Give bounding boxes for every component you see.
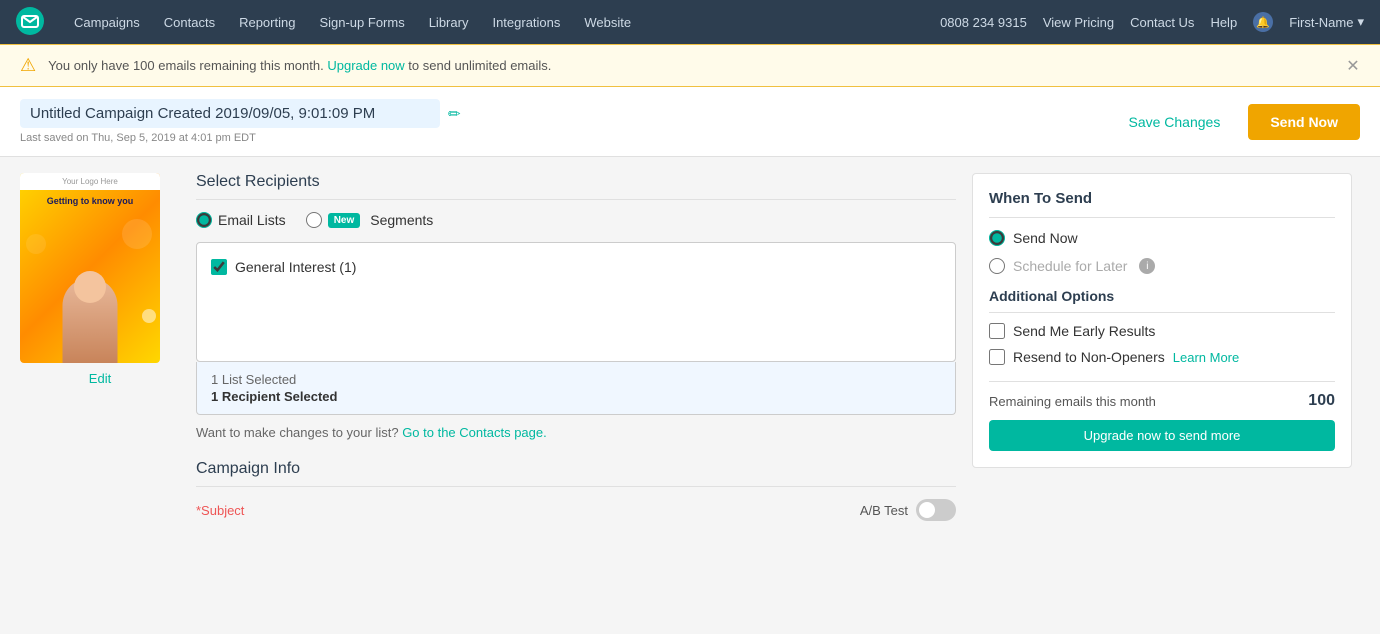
header-left: ✏ Last saved on Thu, Sep 5, 2019 at 4:01… (20, 99, 461, 144)
edit-pencil-icon[interactable]: ✏ (448, 105, 461, 123)
alert-banner: ⚠ You only have 100 emails remaining thi… (0, 44, 1380, 87)
right-panel: When To Send Send Now Schedule for Later… (972, 173, 1352, 529)
preview-decorations (20, 214, 160, 363)
contacts-link-text: Want to make changes to your list? Go to… (196, 425, 956, 440)
alert-text: You only have 100 emails remaining this … (48, 58, 1360, 73)
header-right: Save Changes Send Now (1112, 104, 1360, 140)
preview-banner-text: Getting to know you (20, 190, 160, 214)
campaign-title-input[interactable] (20, 99, 440, 128)
campaign-title-row: ✏ (20, 99, 461, 128)
list-selected-count: 1 List Selected (211, 372, 941, 387)
warning-icon: ⚠ (20, 55, 36, 76)
when-to-send-title: When To Send (989, 190, 1335, 218)
info-icon: i (1139, 258, 1155, 274)
help-link[interactable]: Help (1210, 15, 1237, 30)
recipients-panel: Select Recipients Email Lists New Segmen… (196, 173, 956, 529)
view-pricing-link[interactable]: View Pricing (1043, 15, 1114, 30)
toggle-slider (916, 499, 956, 521)
edit-preview-link[interactable]: Edit (20, 371, 180, 386)
resend-non-openers-option[interactable]: Resend to Non-Openers Learn More (989, 349, 1335, 365)
nav-library[interactable]: Library (419, 9, 479, 36)
segments-option[interactable]: New Segments (306, 212, 434, 228)
selection-summary: 1 List Selected 1 Recipient Selected (196, 362, 956, 415)
logo[interactable] (16, 7, 44, 38)
early-results-label: Send Me Early Results (1013, 323, 1155, 339)
when-to-send-box: When To Send Send Now Schedule for Later… (972, 173, 1352, 468)
user-menu[interactable]: First-Name ▾ (1289, 14, 1364, 30)
recipient-type-radio-group: Email Lists New Segments (196, 212, 956, 228)
recipients-section-title: Select Recipients (196, 173, 956, 200)
save-changes-button[interactable]: Save Changes (1112, 106, 1236, 138)
additional-options-title: Additional Options (989, 288, 1335, 313)
nav-website[interactable]: Website (574, 9, 641, 36)
learn-more-link[interactable]: Learn More (1173, 350, 1239, 365)
email-lists-option[interactable]: Email Lists (196, 212, 286, 228)
recipient-selected-count: 1 Recipient Selected (211, 389, 941, 404)
send-now-option[interactable]: Send Now (989, 230, 1335, 246)
email-lists-box: General Interest (1) (196, 242, 956, 362)
new-badge: New (328, 213, 361, 228)
send-now-button[interactable]: Send Now (1248, 104, 1360, 140)
nav-right: 0808 234 9315 View Pricing Contact Us He… (940, 12, 1364, 32)
preview-logo-bar: Your Logo Here (20, 173, 160, 190)
nav-links: Campaigns Contacts Reporting Sign-up For… (64, 9, 940, 36)
nav-campaigns[interactable]: Campaigns (64, 9, 150, 36)
alert-close-button[interactable]: ✕ (1342, 55, 1364, 77)
early-results-option[interactable]: Send Me Early Results (989, 323, 1335, 339)
schedule-later-option[interactable]: Schedule for Later i (989, 258, 1335, 274)
send-now-option-label: Send Now (1013, 230, 1078, 246)
contacts-page-link[interactable]: Go to the Contacts page. (402, 425, 547, 440)
last-saved-text: Last saved on Thu, Sep 5, 2019 at 4:01 p… (20, 132, 461, 144)
notification-bell[interactable]: 🔔 (1253, 12, 1273, 32)
header-bar: ✏ Last saved on Thu, Sep 5, 2019 at 4:01… (0, 87, 1380, 157)
remaining-row: Remaining emails this month 100 (989, 381, 1335, 410)
send-now-radio[interactable] (989, 230, 1005, 246)
remaining-count: 100 (1308, 392, 1335, 410)
ab-test-row: A/B Test (860, 499, 956, 521)
general-interest-checkbox[interactable] (211, 259, 227, 275)
list-item-label: General Interest (1) (235, 259, 356, 275)
user-name: First-Name (1289, 15, 1353, 30)
subject-label: *Subject (196, 503, 244, 518)
content-wrapper: Your Logo Here Getting to know you Edit … (0, 157, 1380, 627)
schedule-later-label: Schedule for Later (1013, 258, 1127, 274)
main-content: Your Logo Here Getting to know you Edit … (0, 157, 1380, 545)
campaign-info-title: Campaign Info (196, 460, 956, 487)
nav-integrations[interactable]: Integrations (482, 9, 570, 36)
resend-label: Resend to Non-Openers (1013, 349, 1165, 365)
nav-reporting[interactable]: Reporting (229, 9, 305, 36)
ab-test-label: A/B Test (860, 503, 908, 518)
nav-contacts[interactable]: Contacts (154, 9, 225, 36)
early-results-checkbox[interactable] (989, 323, 1005, 339)
preview-panel: Your Logo Here Getting to know you Edit (20, 173, 180, 529)
upgrade-send-more-button[interactable]: Upgrade now to send more (989, 420, 1335, 451)
contact-us-link[interactable]: Contact Us (1130, 15, 1194, 30)
list-item[interactable]: General Interest (1) (207, 253, 945, 281)
upgrade-link[interactable]: Upgrade now (327, 58, 404, 73)
phone-number: 0808 234 9315 (940, 15, 1027, 30)
schedule-later-radio[interactable] (989, 258, 1005, 274)
campaign-preview-image: Your Logo Here Getting to know you (20, 173, 160, 363)
ab-test-toggle[interactable] (916, 499, 956, 521)
email-lists-radio[interactable] (196, 212, 212, 228)
resend-checkbox[interactable] (989, 349, 1005, 365)
email-lists-label: Email Lists (218, 212, 286, 228)
segments-radio[interactable] (306, 212, 322, 228)
segments-label: Segments (370, 212, 433, 228)
remaining-label: Remaining emails this month (989, 394, 1156, 409)
subject-row: *Subject A/B Test (196, 499, 956, 521)
navigation: Campaigns Contacts Reporting Sign-up For… (0, 0, 1380, 44)
campaign-info-section: Campaign Info *Subject A/B Test (196, 460, 956, 521)
nav-signup-forms[interactable]: Sign-up Forms (309, 9, 414, 36)
chevron-down-icon: ▾ (1357, 14, 1364, 30)
